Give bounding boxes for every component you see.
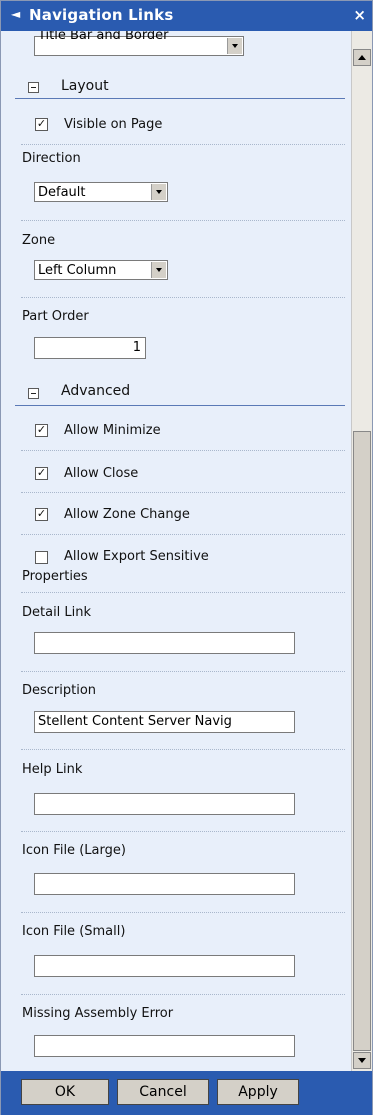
dotted-divider bbox=[21, 297, 345, 298]
icon-small-label: Icon File (Small) bbox=[22, 924, 126, 939]
dotted-divider bbox=[21, 749, 345, 750]
dotted-divider bbox=[21, 534, 345, 535]
triangle-left-icon[interactable]: ◄ bbox=[11, 7, 20, 21]
dotted-divider bbox=[21, 912, 345, 913]
pane-title: Navigation Links bbox=[29, 6, 174, 24]
dotted-divider bbox=[21, 492, 345, 493]
dotted-divider bbox=[21, 144, 345, 145]
vertical-scrollbar[interactable] bbox=[351, 31, 372, 1071]
dotted-divider bbox=[21, 220, 345, 221]
description-input[interactable]: Stellent Content Server Navig bbox=[34, 711, 295, 733]
missing-assembly-label: Missing Assembly Error bbox=[22, 1006, 174, 1021]
chevron-down-icon[interactable] bbox=[151, 184, 166, 200]
layout-section-header: Layout bbox=[61, 78, 109, 94]
direction-select[interactable]: Default bbox=[34, 182, 168, 202]
section-divider bbox=[15, 98, 345, 99]
icon-large-input[interactable] bbox=[34, 873, 295, 895]
advanced-section-header: Advanced bbox=[61, 383, 131, 399]
part-order-value: 1 bbox=[132, 340, 141, 355]
cancel-button[interactable]: Cancel bbox=[117, 1079, 209, 1105]
detail-link-label: Detail Link bbox=[22, 605, 92, 620]
title-bar: ◄ Navigation Links × bbox=[1, 1, 372, 31]
detail-link-input[interactable] bbox=[34, 632, 295, 654]
close-icon[interactable]: × bbox=[353, 6, 366, 24]
description-label: Description bbox=[22, 683, 97, 698]
chevron-down-icon[interactable] bbox=[151, 262, 166, 278]
button-bar: OK Cancel Apply bbox=[1, 1071, 372, 1115]
chrome-type-select[interactable]: Title Bar and Border bbox=[34, 31, 244, 56]
collapse-advanced-toggle[interactable] bbox=[28, 388, 39, 399]
allow-minimize-checkbox[interactable]: ✓ bbox=[35, 424, 48, 437]
allow-export-label: Allow Export Sensitive bbox=[64, 549, 209, 564]
part-order-input[interactable]: 1 bbox=[34, 337, 146, 359]
allow-close-checkbox[interactable]: ✓ bbox=[35, 467, 48, 480]
chrome-type-value: Title Bar and Border bbox=[38, 31, 169, 43]
section-divider bbox=[15, 405, 345, 406]
scroll-up-icon[interactable] bbox=[353, 49, 371, 66]
visible-on-page-label: Visible on Page bbox=[64, 117, 163, 132]
zone-value: Left Column bbox=[38, 263, 117, 278]
dotted-divider bbox=[21, 831, 345, 832]
icon-large-label: Icon File (Large) bbox=[22, 843, 126, 858]
part-order-label: Part Order bbox=[22, 309, 89, 324]
allow-zone-change-label: Allow Zone Change bbox=[64, 507, 190, 522]
scrollbar-thumb[interactable] bbox=[353, 431, 371, 1051]
description-value: Stellent Content Server Navig bbox=[38, 714, 232, 729]
direction-label: Direction bbox=[22, 151, 81, 166]
properties-scroll-area: Title Bar and Border Layout ✓ Visible on… bbox=[1, 31, 351, 1071]
missing-assembly-input[interactable] bbox=[34, 1035, 295, 1057]
help-link-label: Help Link bbox=[22, 762, 83, 777]
zone-select[interactable]: Left Column bbox=[34, 260, 168, 280]
dotted-divider bbox=[21, 450, 345, 451]
allow-export-checkbox[interactable] bbox=[35, 551, 48, 564]
tool-pane: ◄ Navigation Links × Title Bar and Borde… bbox=[0, 0, 373, 1115]
icon-small-input[interactable] bbox=[34, 955, 295, 977]
allow-export-label-line2: Properties bbox=[22, 569, 88, 584]
direction-value: Default bbox=[38, 185, 86, 200]
visible-on-page-checkbox[interactable]: ✓ bbox=[35, 118, 48, 131]
dotted-divider bbox=[21, 994, 345, 995]
allow-zone-change-checkbox[interactable]: ✓ bbox=[35, 508, 48, 521]
scroll-down-icon[interactable] bbox=[353, 1052, 371, 1069]
ok-button[interactable]: OK bbox=[21, 1079, 109, 1105]
apply-button[interactable]: Apply bbox=[217, 1079, 299, 1105]
dotted-divider bbox=[21, 671, 345, 672]
allow-minimize-label: Allow Minimize bbox=[64, 423, 161, 438]
allow-close-label: Allow Close bbox=[64, 466, 139, 481]
collapse-layout-toggle[interactable] bbox=[28, 82, 39, 93]
zone-label: Zone bbox=[22, 233, 56, 248]
dotted-divider bbox=[21, 592, 345, 593]
chevron-down-icon[interactable] bbox=[227, 38, 242, 54]
help-link-input[interactable] bbox=[34, 793, 295, 815]
